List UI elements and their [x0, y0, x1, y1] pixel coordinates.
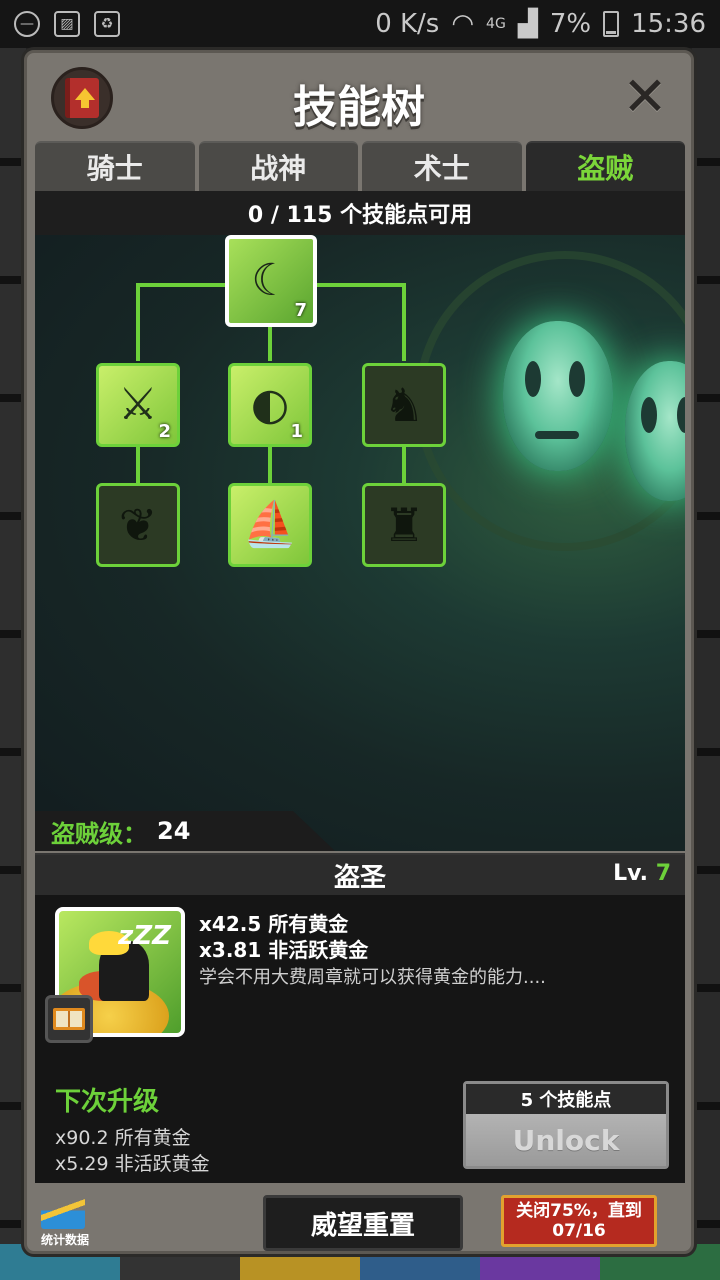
prestige-reset-button[interactable]: 威望重置 — [263, 1195, 463, 1251]
tree-connector — [268, 446, 272, 484]
unlock-panel: 5 个技能点 Unlock — [463, 1081, 669, 1169]
shadow-creatures-icon: ♞ — [383, 378, 425, 432]
recycle-icon: ♻ — [94, 11, 120, 37]
tab-rogue[interactable]: 盗贼 — [525, 141, 685, 191]
skill-name: 盗圣 — [333, 862, 386, 893]
skill-node-level: 1 — [290, 421, 303, 442]
ship-icon: ⛵ — [242, 499, 298, 550]
skill-info-book-button[interactable] — [45, 995, 93, 1043]
dialog-header: 技能树 ✕ — [27, 53, 691, 143]
background-list-right — [692, 48, 720, 1280]
battery-percent: 7% — [549, 9, 592, 39]
skill-level: Lv. 7 — [613, 861, 671, 886]
app-screen: — ▨ ♻ 0 K/s ◠ 4G ▟ 7% 15:36 技能树 ✕ 骑士 战神 … — [0, 0, 720, 1280]
wifi-icon: ◠ — [451, 9, 475, 39]
close-icon: ✕ — [622, 65, 668, 128]
clock: 15:36 — [631, 9, 706, 39]
background-list-left — [0, 48, 26, 1280]
unlock-button[interactable]: Unlock — [466, 1114, 666, 1166]
image-icon: ▨ — [54, 11, 80, 37]
sale-date: 07/16 — [552, 1221, 606, 1241]
tree-connector — [136, 283, 140, 361]
next-upgrade-title: 下次升级 — [55, 1087, 160, 1117]
skill-level-prefix: Lv. — [613, 861, 649, 886]
skill-level-value: 7 — [655, 861, 671, 886]
skill-node-sword[interactable]: ⚔ 2 — [96, 363, 180, 447]
tab-sorcerer[interactable]: 术士 — [362, 141, 522, 191]
background-mask — [503, 321, 613, 471]
skill-tree-panel: 0 / 115 个技能点可用 ☾ 7 ⚔ 2 ◐ 1 ♞ ❦ ⛵ ♜ 盗贼级： … — [35, 191, 685, 851]
sleep-zzz-icon: zZZ — [118, 921, 171, 951]
network-speed: 0 K/s — [375, 9, 440, 39]
tree-connector — [268, 327, 272, 361]
statistics-label: 统计数据 — [40, 1233, 89, 1247]
skill-node-warrior[interactable]: ♜ — [362, 483, 446, 567]
skill-effects: x42.5 所有黄金 x3.81 非活跃黄金 学会不用大费周章就可以获得黄金的能… — [199, 911, 669, 991]
skill-node-bat[interactable]: ❦ — [96, 483, 180, 567]
next-upgrade-effect: x5.29 非活跃黄金 — [55, 1153, 210, 1175]
skill-node-shadow-creatures[interactable]: ♞ — [362, 363, 446, 447]
tab-knight[interactable]: 骑士 — [35, 141, 195, 191]
sword-icon: ⚔ — [118, 379, 158, 430]
skill-node-ship[interactable]: ⛵ — [228, 483, 312, 567]
chart-icon — [41, 1195, 85, 1229]
signal-icon: ▟ — [517, 9, 538, 39]
next-upgrade-effect: x90.2 所有黄金 — [55, 1127, 191, 1149]
battery-icon — [603, 11, 620, 37]
skill-node-globe[interactable]: ◐ 1 — [228, 363, 312, 447]
skill-effect: x3.81 非活跃黄金 — [199, 938, 369, 962]
class-tabs: 骑士 战神 术士 盗贼 — [35, 141, 685, 191]
skill-detail-header: 盗圣 Lv. 7 — [35, 855, 685, 895]
tree-connector — [402, 283, 406, 361]
class-level-label: 盗贼级： — [51, 819, 147, 848]
globe-icon: ◐ — [250, 379, 290, 430]
network-type: 4G — [486, 16, 506, 32]
skill-node-level: 7 — [294, 300, 307, 321]
open-book-icon — [53, 1008, 85, 1030]
statistics-button[interactable]: 统计数据 — [35, 1195, 95, 1251]
dialog-footer: 统计数据 威望重置 关闭75%，直到 07/16 — [27, 1187, 691, 1255]
skill-node-thief-saint[interactable]: ☾ 7 — [225, 235, 317, 327]
close-button[interactable]: ✕ — [621, 70, 669, 124]
sale-offer-button[interactable]: 关闭75%，直到 07/16 — [501, 1195, 657, 1247]
skill-tree-dialog: 技能树 ✕ 骑士 战神 术士 盗贼 0 / 115 个技能点可用 ☾ 7 ⚔ 2… — [24, 50, 694, 1254]
class-level-value: 24 — [157, 817, 191, 845]
tree-connector — [136, 446, 140, 484]
sleeping-thief-icon: ☾ — [251, 255, 291, 306]
tab-warlord[interactable]: 战神 — [198, 141, 358, 191]
dnd-icon: — — [14, 11, 40, 37]
skill-points-available: 0 / 115 个技能点可用 — [35, 191, 685, 235]
warrior-icon: ♜ — [383, 498, 425, 552]
unlock-cost: 5 个技能点 — [466, 1084, 666, 1114]
skill-effect: x42.5 所有黄金 — [199, 912, 349, 936]
status-bar: — ▨ ♻ 0 K/s ◠ 4G ▟ 7% 15:36 — [0, 0, 720, 48]
skill-node-level: 2 — [158, 421, 171, 442]
sale-text: 关闭75%，直到 — [516, 1201, 642, 1221]
dialog-title: 技能树 — [293, 82, 425, 133]
skill-detail-panel: 盗圣 Lv. 7 zZZ x42.5 所有黄金 x3.81 非活跃黄金 学会不用… — [35, 853, 685, 1183]
bat-icon: ❦ — [118, 498, 158, 552]
skill-description: 学会不用大费周章就可以获得黄金的能力.... — [199, 967, 546, 988]
class-level-badge: 盗贼级： 24 — [35, 811, 335, 851]
tree-connector — [402, 446, 406, 484]
